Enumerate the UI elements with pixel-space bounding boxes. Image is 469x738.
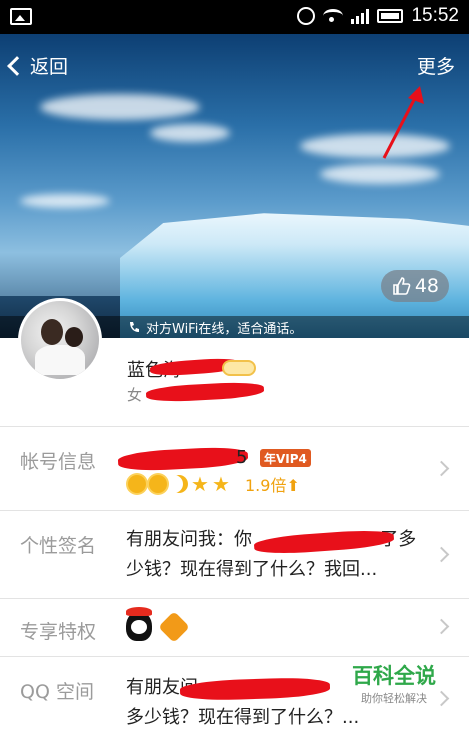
like-count: 48 <box>414 275 439 297</box>
vip-privilege-icon <box>158 611 190 643</box>
redaction-mark <box>145 380 265 404</box>
account-info-label: 帐号信息 <box>20 451 97 473</box>
sun-icon <box>149 475 167 493</box>
status-bar: 15:52 <box>0 0 469 34</box>
qzone-label: QQ 空间 <box>20 681 94 703</box>
thumbs-up-icon <box>393 277 411 295</box>
privileges-label: 专享特权 <box>20 621 97 643</box>
chevron-right-icon <box>433 460 450 477</box>
cover-image: 返回 更多 48 对方WiFi在线，适合通话。 <box>0 34 469 338</box>
signal-icon <box>351 8 370 24</box>
back-label: 返回 <box>30 56 69 78</box>
account-info-row[interactable]: 帐号信息 5 年VIP4 ★ ★ 1.9倍⬆ <box>0 426 469 510</box>
alarm-icon <box>297 7 316 25</box>
wifi-icon <box>323 9 344 23</box>
more-button[interactable]: 更多 <box>417 52 455 79</box>
gallery-icon <box>10 8 32 25</box>
account-number-tail: 5 <box>236 447 248 468</box>
watermark-logo: 百科全说 助你轻松解决 <box>352 664 436 705</box>
back-button[interactable]: 返回 <box>7 52 69 79</box>
signature-row[interactable]: 个性签名 有朋友问我：你 "了多 少钱？现在得到了什么？我回... <box>0 510 469 598</box>
annotation-arrow <box>382 86 424 159</box>
chevron-left-icon <box>7 55 27 76</box>
vip-crown-icon <box>222 360 256 376</box>
acceleration-rate: 1.9倍⬆ <box>245 476 300 495</box>
qq-penguin-icon <box>126 607 152 641</box>
sun-icon <box>128 475 146 493</box>
level-icons: ★ ★ <box>128 472 230 496</box>
avatar[interactable] <box>18 298 102 382</box>
star-icon: ★ <box>191 472 209 496</box>
signature-label: 个性签名 <box>20 535 97 557</box>
vip-badge: 年VIP4 <box>260 449 311 467</box>
star-icon: ★ <box>211 472 230 496</box>
moon-icon <box>170 475 188 493</box>
phone-icon <box>130 322 139 332</box>
chevron-right-icon <box>433 618 450 635</box>
wifi-notice-text: 对方WiFi在线，适合通话。 <box>146 321 303 337</box>
arrow-up-icon: ⬆ <box>286 476 300 495</box>
gender: 女 <box>127 386 143 404</box>
chevron-right-icon <box>433 546 450 563</box>
redaction-mark <box>117 445 249 473</box>
privileges-row[interactable]: 专享特权 <box>0 598 469 656</box>
clock: 15:52 <box>411 5 459 26</box>
battery-icon <box>377 9 404 23</box>
like-button[interactable]: 48 <box>380 270 449 302</box>
